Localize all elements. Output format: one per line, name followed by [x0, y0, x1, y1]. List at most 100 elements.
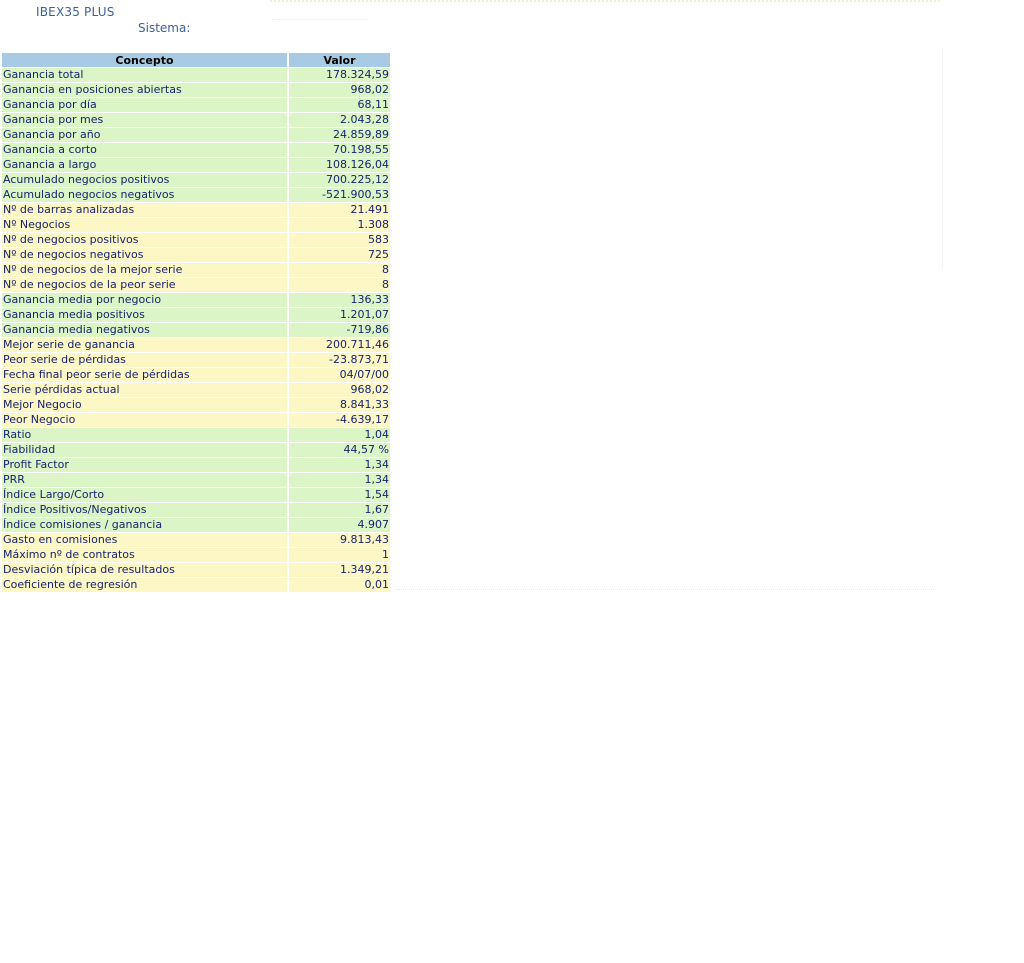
faint-divider	[270, 0, 940, 5]
row-label: Nº de negocios de la mejor serie	[2, 263, 289, 278]
row-label: Serie pérdidas actual	[2, 383, 289, 398]
table-row: Nº de negocios de la mejor serie 8	[2, 263, 390, 278]
row-value: 178.324,59	[289, 68, 390, 83]
row-value: 24.859,89	[289, 128, 390, 143]
table-row: Acumulado negocios negativos -521.900,53	[2, 188, 390, 203]
table-row: Profit Factor 1,34	[2, 458, 390, 473]
row-value: 04/07/00	[289, 368, 390, 383]
table-row: Serie pérdidas actual 968,02	[2, 383, 390, 398]
table-row: Ganancia por año 24.859,89	[2, 128, 390, 143]
row-value: 21.491	[289, 203, 390, 218]
row-label: Fiabilidad	[2, 443, 289, 458]
table-row: Ganancia en posiciones abiertas 968,02	[2, 83, 390, 98]
table-row: Coeficiente de regresión 0,01	[2, 578, 390, 593]
row-label: Fecha final peor serie de pérdidas	[2, 368, 289, 383]
row-value: 725	[289, 248, 390, 263]
row-value: 200.711,46	[289, 338, 390, 353]
table-body: Ganancia total 178.324,59 Ganancia en posi…	[2, 68, 390, 593]
table-row: Ganancia media positivos 1.201,07	[2, 308, 390, 323]
table-row: Gasto en comisiones 9.813,43	[2, 533, 390, 548]
row-label: Gasto en comisiones	[2, 533, 289, 548]
row-value: 2.043,28	[289, 113, 390, 128]
row-value: 9.813,43	[289, 533, 390, 548]
row-label: Ganancia media positivos	[2, 308, 289, 323]
statistics-table: Concepto Valor Ganancia total 178.324,59 G…	[2, 53, 390, 593]
table-row: Ratio 1,04	[2, 428, 390, 443]
row-label: Índice Largo/Corto	[2, 488, 289, 503]
row-label: Desviación típica de resultados	[2, 563, 289, 578]
table-row: Ganancia a largo 108.126,04	[2, 158, 390, 173]
row-label: Ganancia por mes	[2, 113, 289, 128]
row-label: Nº Negocios	[2, 218, 289, 233]
table-row: Ganancia total 178.324,59	[2, 68, 390, 83]
system-label: Sistema:	[138, 21, 191, 35]
row-label: Ganancia media por negocio	[2, 293, 289, 308]
row-label: Ganancia media negativos	[2, 323, 289, 338]
row-label: Ganancia por día	[2, 98, 289, 113]
row-value: 4.907	[289, 518, 390, 533]
row-label: Nº de negocios de la peor serie	[2, 278, 289, 293]
table-row: Fecha final peor serie de pérdidas 04/07/…	[2, 368, 390, 383]
table-row: Nº de negocios de la peor serie 8	[2, 278, 390, 293]
row-label: Nº de barras analizadas	[2, 203, 289, 218]
row-label: Índice Positivos/Negativos	[2, 503, 289, 518]
page: IBEX35 PLUS Sistema: Concepto Valor Gana…	[0, 0, 1024, 963]
table-row: Mejor serie de ganancia 200.711,46	[2, 338, 390, 353]
table-header-row: Concepto Valor	[2, 53, 390, 68]
row-label: Ganancia total	[2, 68, 289, 83]
row-label: Nº de negocios negativos	[2, 248, 289, 263]
row-label: Peor Negocio	[2, 413, 289, 428]
row-value: 1,04	[289, 428, 390, 443]
table-row: Fiabilidad 44,57 %	[2, 443, 390, 458]
row-value: 1,34	[289, 473, 390, 488]
row-value: 70.198,55	[289, 143, 390, 158]
table-row: Índice Largo/Corto 1,54	[2, 488, 390, 503]
row-value: 8.841,33	[289, 398, 390, 413]
table-row: Ganancia por mes 2.043,28	[2, 113, 390, 128]
row-value: 0,01	[289, 578, 390, 593]
row-value: 68,11	[289, 98, 390, 113]
row-label: Ganancia por año	[2, 128, 289, 143]
table-row: Peor serie de pérdidas -23.873,71	[2, 353, 390, 368]
table-row: Índice Positivos/Negativos 1,67	[2, 503, 390, 518]
table-row: Ganancia a corto 70.198,55	[2, 143, 390, 158]
row-value: 1	[289, 548, 390, 563]
page-title: IBEX35 PLUS	[36, 5, 115, 19]
column-header-valor: Valor	[289, 53, 390, 68]
table-row: Ganancia por día 68,11	[2, 98, 390, 113]
row-label: Ganancia a corto	[2, 143, 289, 158]
row-label: Nº de negocios positivos	[2, 233, 289, 248]
row-value: 8	[289, 263, 390, 278]
row-label: Peor serie de pérdidas	[2, 353, 289, 368]
table-row: Nº Negocios 1.308	[2, 218, 390, 233]
row-value: 136,33	[289, 293, 390, 308]
row-value: 1.308	[289, 218, 390, 233]
table-row: Máximo nº de contratos 1	[2, 548, 390, 563]
table-row: Índice comisiones / ganancia 4.907	[2, 518, 390, 533]
row-value: 44,57 %	[289, 443, 390, 458]
row-value: -521.900,53	[289, 188, 390, 203]
row-label: Coeficiente de regresión	[2, 578, 289, 593]
row-label: Mejor Negocio	[2, 398, 289, 413]
row-value: 968,02	[289, 83, 390, 98]
table-row: Peor Negocio -4.639,17	[2, 413, 390, 428]
table-row: Ganancia media por negocio 136,33	[2, 293, 390, 308]
row-label: Ratio	[2, 428, 289, 443]
table-row: Ganancia media negativos -719,86	[2, 323, 390, 338]
row-value: -719,86	[289, 323, 390, 338]
table-row: Nº de negocios positivos 583	[2, 233, 390, 248]
row-label: PRR	[2, 473, 289, 488]
row-value: -4.639,17	[289, 413, 390, 428]
row-label: Acumulado negocios negativos	[2, 188, 289, 203]
row-value: 583	[289, 233, 390, 248]
faint-divider	[396, 589, 936, 590]
row-label: Ganancia a largo	[2, 158, 289, 173]
row-value: 1,54	[289, 488, 390, 503]
table-row: Nº de barras analizadas 21.491	[2, 203, 390, 218]
row-value: 1.349,21	[289, 563, 390, 578]
empty-panel	[396, 48, 943, 270]
row-value: 968,02	[289, 383, 390, 398]
row-value: 1,67	[289, 503, 390, 518]
row-value: 108.126,04	[289, 158, 390, 173]
row-label: Máximo nº de contratos	[2, 548, 289, 563]
